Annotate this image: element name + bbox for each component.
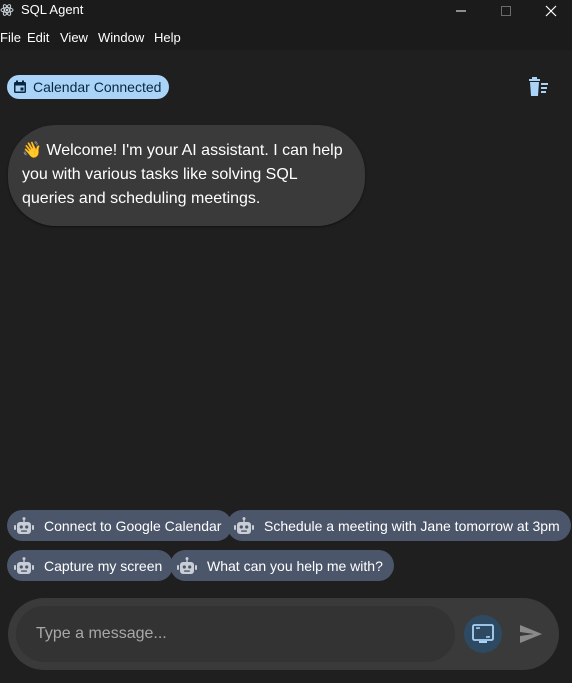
calendar-status-badge: Calendar Connected bbox=[7, 75, 170, 99]
suggestion-chip[interactable]: What can you help me with? bbox=[170, 550, 394, 581]
suggestion-chip[interactable]: Connect to Google Calendar bbox=[7, 510, 233, 541]
electron-icon bbox=[0, 4, 14, 16]
maximize-button[interactable] bbox=[483, 0, 529, 22]
maximize-icon bbox=[501, 6, 511, 16]
window-title: SQL Agent bbox=[21, 2, 84, 17]
menu-view[interactable]: View bbox=[60, 30, 88, 45]
suggestion-chip[interactable]: Capture my screen bbox=[7, 550, 174, 581]
clear-chat-icon[interactable] bbox=[527, 77, 549, 97]
minimize-icon bbox=[456, 10, 466, 12]
calendar-icon bbox=[14, 80, 26, 93]
send-button[interactable] bbox=[515, 618, 547, 650]
chat-panel: Calendar Connected 👋 Welcome! I'm your A… bbox=[0, 50, 572, 683]
menu-edit[interactable]: Edit bbox=[27, 30, 49, 45]
title-bar: SQL Agent bbox=[0, 0, 572, 22]
send-icon bbox=[520, 625, 542, 643]
message-input[interactable] bbox=[16, 606, 455, 662]
robot-icon bbox=[14, 556, 34, 574]
menu-window[interactable]: Window bbox=[98, 30, 144, 45]
robot-icon bbox=[177, 556, 197, 574]
menu-help[interactable]: Help bbox=[154, 30, 181, 45]
suggestion-label: What can you help me with? bbox=[207, 557, 383, 574]
screen-capture-button[interactable] bbox=[464, 615, 502, 653]
suggestion-chip[interactable]: Schedule a meeting with Jane tomorrow at… bbox=[227, 510, 571, 541]
close-button[interactable] bbox=[528, 0, 572, 22]
robot-icon bbox=[234, 516, 254, 534]
close-icon bbox=[545, 5, 557, 17]
suggestion-label: Schedule a meeting with Jane tomorrow at… bbox=[264, 517, 560, 534]
screen-capture-icon bbox=[472, 624, 494, 643]
wave-emoji: 👋 bbox=[22, 142, 42, 159]
message-composer bbox=[8, 598, 559, 670]
suggestion-label: Connect to Google Calendar bbox=[44, 517, 222, 534]
suggestion-label: Capture my screen bbox=[44, 557, 163, 574]
assistant-message-text: Welcome! I'm your AI assistant. I can he… bbox=[22, 142, 343, 207]
robot-icon bbox=[14, 516, 34, 534]
minimize-button[interactable] bbox=[438, 0, 484, 22]
calendar-status-label: Calendar Connected bbox=[33, 79, 162, 95]
assistant-message: 👋 Welcome! I'm your AI assistant. I can … bbox=[8, 125, 365, 226]
menu-file[interactable]: File bbox=[0, 30, 21, 45]
menu-bar: File Edit View Window Help bbox=[0, 26, 572, 50]
